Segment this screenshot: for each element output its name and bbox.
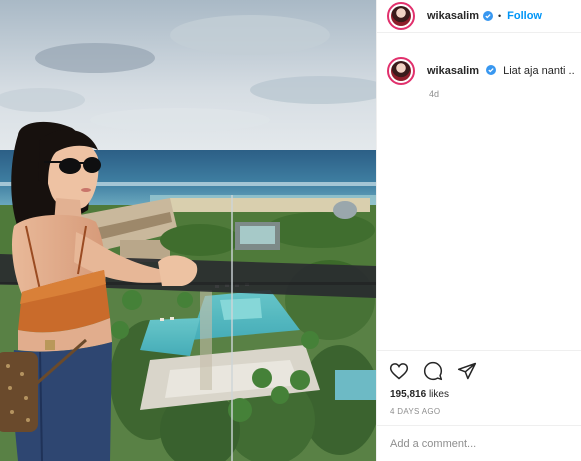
send-icon[interactable] bbox=[457, 361, 477, 381]
action-icons bbox=[389, 361, 477, 381]
add-comment-bar bbox=[377, 425, 581, 461]
posted-ago[interactable]: 4 DAYS AGO bbox=[390, 407, 440, 416]
caption-avatar[interactable] bbox=[387, 57, 415, 85]
comment-input[interactable] bbox=[390, 438, 569, 450]
likes-suffix: likes bbox=[428, 389, 449, 400]
verified-badge-icon bbox=[482, 11, 493, 21]
post-image bbox=[0, 0, 376, 461]
username-link[interactable]: wikasalim bbox=[427, 10, 479, 22]
caption-text: wikasalim Liat aja nanti .. bbox=[427, 65, 575, 77]
post-actions: 195,816 likes 4 DAYS AGO bbox=[377, 350, 581, 461]
heart-icon[interactable] bbox=[389, 361, 409, 381]
caption-username[interactable]: wikasalim bbox=[427, 65, 479, 77]
verified-badge-icon bbox=[486, 65, 497, 75]
likes-count[interactable]: 195,816 likes bbox=[390, 389, 449, 400]
avatar[interactable] bbox=[387, 2, 415, 30]
likes-number: 195,816 bbox=[390, 389, 427, 400]
follow-button[interactable]: Follow bbox=[507, 10, 542, 22]
separator-dot: • bbox=[497, 11, 502, 21]
post-header: wikasalim • Follow bbox=[377, 0, 581, 33]
post-photo[interactable] bbox=[0, 0, 376, 461]
post-panel: wikasalim • Follow wikasalim Liat aja na… bbox=[376, 0, 581, 461]
caption-body: Liat aja nanti .. bbox=[503, 65, 575, 77]
caption-time[interactable]: 4d bbox=[429, 89, 439, 99]
comment-bubble-icon[interactable] bbox=[423, 361, 443, 381]
caption-row: wikasalim Liat aja nanti .. bbox=[387, 57, 575, 85]
